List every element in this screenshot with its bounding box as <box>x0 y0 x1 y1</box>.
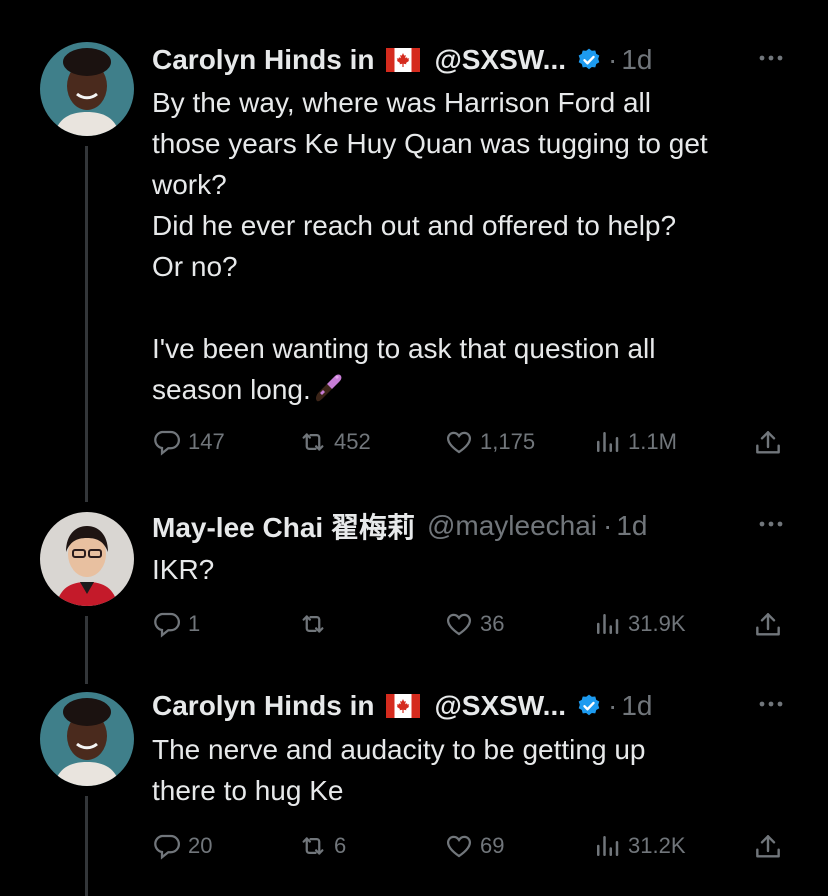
avatar[interactable] <box>40 512 134 606</box>
nail-polish-emoji-icon <box>311 371 345 405</box>
avatar[interactable] <box>40 692 134 786</box>
reply-button[interactable]: 147 <box>152 422 225 462</box>
views-button[interactable]: 31.9K <box>592 604 686 644</box>
like-count: 1,175 <box>480 429 536 454</box>
more-options-icon[interactable] <box>756 696 786 712</box>
views-icon <box>592 427 622 457</box>
repost-count: 6 <box>334 833 347 858</box>
tweet-text: By the way, where was Harrison Ford all … <box>152 82 792 410</box>
timestamp[interactable]: 1d <box>616 510 647 542</box>
view-count: 31.2K <box>628 833 686 858</box>
more-options-icon[interactable] <box>756 50 786 66</box>
like-button[interactable]: 69 <box>444 826 504 866</box>
author-name[interactable]: Carolyn Hinds in <box>152 690 374 722</box>
view-count: 31.9K <box>628 611 686 636</box>
like-count: 36 <box>480 611 505 636</box>
timestamp[interactable]: 1d <box>621 690 652 722</box>
like-icon <box>444 609 474 639</box>
reply-button[interactable]: 20 <box>152 826 212 866</box>
views-button[interactable]: 1.1M <box>592 422 677 462</box>
reply-count: 147 <box>188 429 225 454</box>
tweet-header: Carolyn Hinds in @SXSW... · 1d <box>152 40 653 80</box>
tweet-text: The nerve and audacity to be getting up … <box>152 734 646 806</box>
reply-icon <box>152 609 182 639</box>
separator-dot: · <box>608 690 618 721</box>
thread-connector <box>85 146 88 502</box>
author-handle[interactable]: @mayleechai <box>427 510 597 542</box>
canada-flag-icon <box>386 694 420 718</box>
share-icon[interactable] <box>752 609 784 641</box>
reply-icon <box>152 831 182 861</box>
like-icon <box>444 427 474 457</box>
author-name[interactable]: Carolyn Hinds in <box>152 44 374 76</box>
tweet-text-content: By the way, where was Harrison Ford all … <box>152 87 708 405</box>
reply-icon <box>152 427 182 457</box>
views-icon <box>592 831 622 861</box>
tweet-header: Carolyn Hinds in @SXSW... · 1d <box>152 686 653 726</box>
tweet-text: IKR? <box>152 554 215 585</box>
reply-button[interactable]: 1 <box>152 604 200 644</box>
like-button[interactable]: 1,175 <box>444 422 535 462</box>
tweet-header: May-lee Chai 翟梅莉 @mayleechai · 1d <box>152 506 648 546</box>
canada-flag-icon <box>386 48 420 72</box>
thread-connector <box>85 616 88 684</box>
reply-count: 1 <box>188 611 201 636</box>
separator-dot: · <box>603 510 613 541</box>
verified-badge-icon <box>576 693 602 719</box>
like-count: 69 <box>480 833 505 858</box>
views-button[interactable]: 31.2K <box>592 826 686 866</box>
verified-badge-icon <box>576 47 602 73</box>
author-handle[interactable]: @SXSW... <box>434 44 566 76</box>
author-handle[interactable]: @SXSW... <box>434 690 566 722</box>
repost-button[interactable]: 6 <box>298 826 346 866</box>
avatar[interactable] <box>40 42 134 136</box>
like-icon <box>444 831 474 861</box>
repost-icon <box>298 427 328 457</box>
author-name[interactable]: May-lee Chai 翟梅莉 <box>152 506 415 546</box>
more-options-icon[interactable] <box>756 516 786 532</box>
repost-button[interactable]: 452 <box>298 422 371 462</box>
repost-icon <box>298 609 328 639</box>
views-icon <box>592 609 622 639</box>
action-bar: 20 6 69 31.2K <box>152 826 792 866</box>
share-icon[interactable] <box>752 427 784 459</box>
action-bar: 1 36 31.9K <box>152 604 792 644</box>
share-icon[interactable] <box>752 831 784 863</box>
like-button[interactable]: 36 <box>444 604 504 644</box>
action-bar: 147 452 1,175 1.1M <box>152 422 792 462</box>
timestamp[interactable]: 1d <box>621 44 652 76</box>
reply-count: 20 <box>188 833 213 858</box>
view-count: 1.1M <box>628 429 677 454</box>
separator-dot: · <box>608 44 618 75</box>
repost-button[interactable] <box>298 604 334 644</box>
repost-count: 452 <box>334 429 371 454</box>
repost-icon <box>298 831 328 861</box>
thread-connector <box>85 796 88 896</box>
